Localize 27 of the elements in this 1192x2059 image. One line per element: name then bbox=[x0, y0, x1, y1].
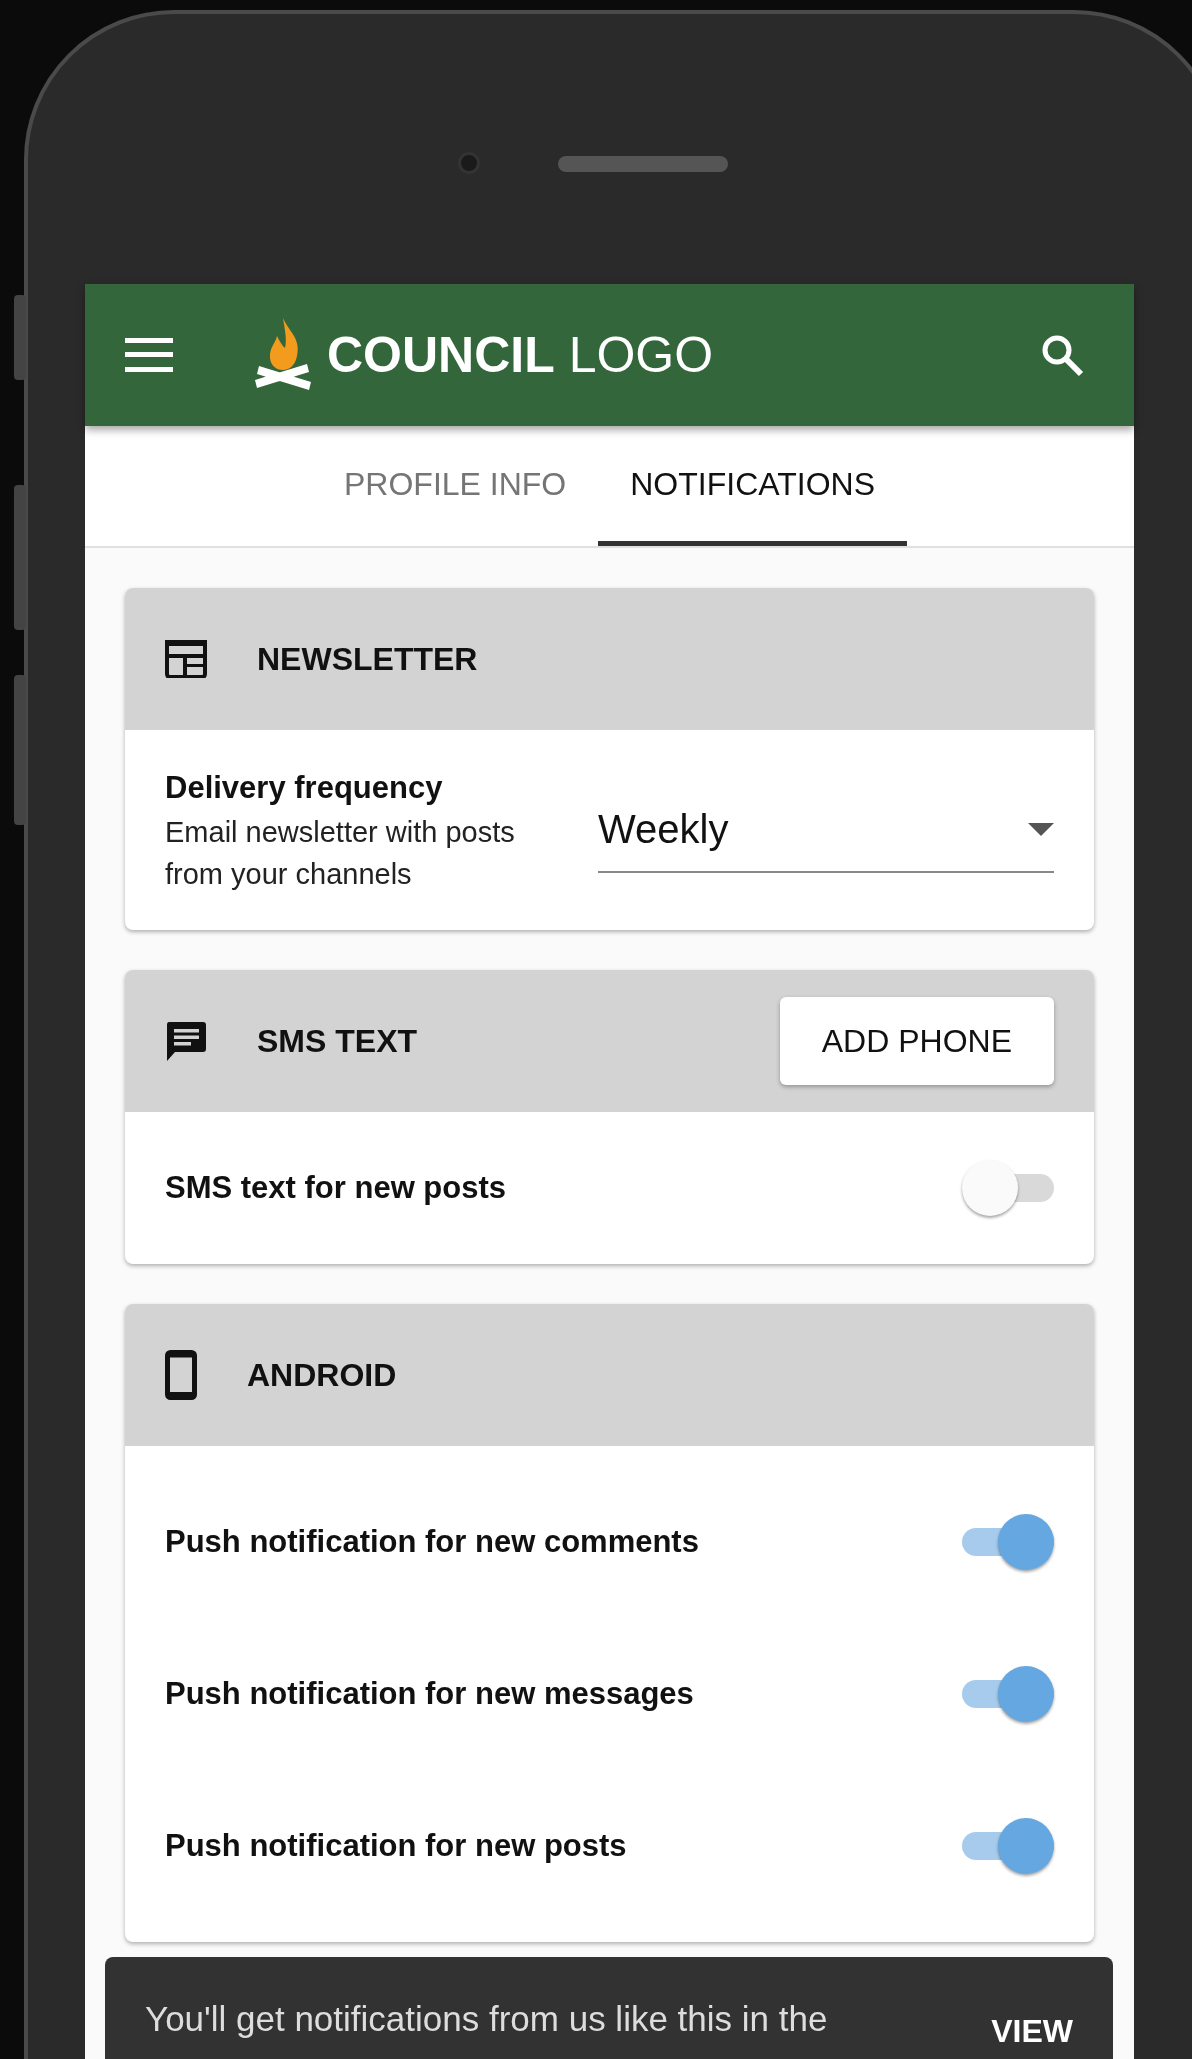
toggle-switch[interactable] bbox=[962, 1514, 1054, 1570]
logo-text: COUNCIL LOGO bbox=[327, 325, 714, 385]
snackbar-message: You'll get notifications from us like this in the bbox=[145, 1998, 828, 2040]
setting-label: SMS text for new posts bbox=[165, 1168, 507, 1207]
view-button[interactable]: VIEW bbox=[991, 2007, 1073, 2055]
card-title: NEWSLETTER bbox=[257, 640, 478, 679]
frequency-dropdown[interactable]: Weekly bbox=[598, 787, 1054, 873]
tab[interactable]: NOTIFICATIONS bbox=[598, 426, 907, 546]
search-icon[interactable] bbox=[1040, 333, 1084, 377]
dropdown-arrow-icon bbox=[1028, 822, 1054, 836]
newspaper-icon bbox=[165, 640, 207, 678]
card-title: ANDROID bbox=[247, 1356, 397, 1395]
tab[interactable]: PROFILE INFO bbox=[312, 426, 599, 546]
menu-icon[interactable] bbox=[125, 338, 173, 372]
setting-description: Email newsletter with posts from your channels bbox=[165, 815, 516, 893]
setting-label: Push notification for new comments bbox=[165, 1522, 699, 1561]
setting-label: Push notification for new messages bbox=[165, 1674, 694, 1713]
toggle-switch[interactable] bbox=[962, 1666, 1054, 1722]
card-title: SMS TEXT bbox=[257, 1022, 417, 1061]
phone-icon bbox=[165, 1350, 197, 1400]
camera-lens bbox=[458, 152, 480, 174]
setting-label: Delivery frequency bbox=[165, 768, 444, 807]
toggle-switch[interactable] bbox=[962, 1160, 1054, 1216]
setting-label: Push notification for new posts bbox=[165, 1826, 627, 1865]
toggle-switch[interactable] bbox=[962, 1818, 1054, 1874]
add-phone-button[interactable]: ADD PHONE bbox=[779, 997, 1054, 1085]
message-icon bbox=[165, 1020, 207, 1062]
